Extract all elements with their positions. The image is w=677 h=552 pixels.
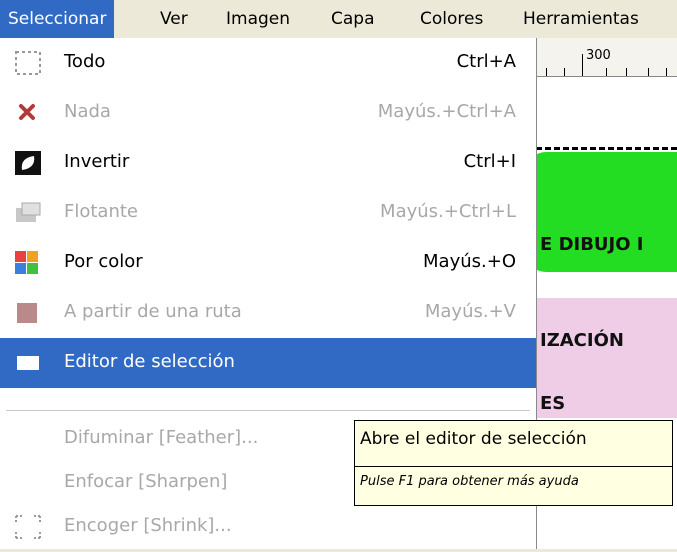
selection-from-path-icon xyxy=(14,300,42,326)
menu-item-invertir[interactable]: Invertir Ctrl+I xyxy=(0,138,536,188)
menu-item-shortcut: Mayús.+Ctrl+L xyxy=(380,201,516,222)
menu-item-shortcut: Mayús.+V xyxy=(424,301,516,322)
menu-item-label: Todo xyxy=(64,51,106,72)
selection-marching-ants xyxy=(536,147,677,150)
canvas-text-3: ES xyxy=(540,393,566,414)
menu-item-editor-de-seleccion[interactable]: Editor de selección xyxy=(0,338,536,388)
menu-imagen[interactable]: Imagen xyxy=(226,0,290,38)
menu-item-flotante[interactable]: Flotante Mayús.+Ctrl+L xyxy=(0,188,536,238)
canvas-text-1: E DIBUJO I xyxy=(540,234,644,255)
menu-item-shortcut: Ctrl+I xyxy=(463,151,516,172)
select-by-color-icon xyxy=(14,250,42,276)
menu-item-label: Invertir xyxy=(64,151,130,172)
menu-item-shortcut: Mayús.+Ctrl+A xyxy=(377,101,516,122)
select-none-icon xyxy=(14,100,42,126)
menu-item-shortcut: Mayús.+O xyxy=(423,251,516,272)
tooltip-divider xyxy=(355,466,672,467)
menu-item-nada[interactable]: Nada Mayús.+Ctrl+A xyxy=(0,88,536,138)
tooltip: Abre el editor de selección Pulse F1 par… xyxy=(354,420,673,506)
selection-editor-icon xyxy=(14,350,42,376)
select-all-icon xyxy=(14,50,42,76)
menu-item-label: Nada xyxy=(64,101,111,122)
menu-item-por-color[interactable]: Por color Mayús.+O xyxy=(0,238,536,288)
horizontal-ruler[interactable]: 300 xyxy=(536,38,677,77)
menu-colores[interactable]: Colores xyxy=(420,0,483,38)
menubar: Seleccionar Ver Imagen Capa Colores Herr… xyxy=(0,0,677,39)
ruler-label: 300 xyxy=(586,48,611,63)
menu-herramientas[interactable]: Herramientas xyxy=(523,0,639,38)
menu-seleccionar[interactable]: Seleccionar xyxy=(0,0,115,38)
menu-item-label: Por color xyxy=(64,251,143,272)
menu-capa[interactable]: Capa xyxy=(331,0,375,38)
menu-item-label: Encoger [Shrink]... xyxy=(64,515,232,536)
menu-item-label: Editor de selección xyxy=(64,351,235,372)
menu-item-label: Difuminar [Feather]... xyxy=(64,427,259,448)
menu-item-shortcut: Ctrl+A xyxy=(456,51,516,72)
menu-item-label: A partir de una ruta xyxy=(64,301,242,322)
menu-item-encoger[interactable]: Encoger [Shrink]... xyxy=(0,502,536,552)
menu-ver[interactable]: Ver xyxy=(160,0,188,38)
menu-item-label: Flotante xyxy=(64,201,138,222)
float-selection-icon xyxy=(14,200,42,226)
tooltip-title: Abre el editor de selección xyxy=(360,429,587,449)
canvas-text-2: IZACIÓN xyxy=(540,330,624,351)
shrink-icon xyxy=(14,514,42,540)
menu-item-a-partir-de-ruta[interactable]: A partir de una ruta Mayús.+V xyxy=(0,288,536,338)
menu-item-todo[interactable]: Todo Ctrl+A xyxy=(0,38,536,88)
tooltip-hint: Pulse F1 para obtener más ayuda xyxy=(360,474,579,489)
invert-selection-icon xyxy=(14,150,42,176)
menu-item-label: Enfocar [Sharpen] xyxy=(64,471,228,492)
menu-separator xyxy=(6,410,530,411)
